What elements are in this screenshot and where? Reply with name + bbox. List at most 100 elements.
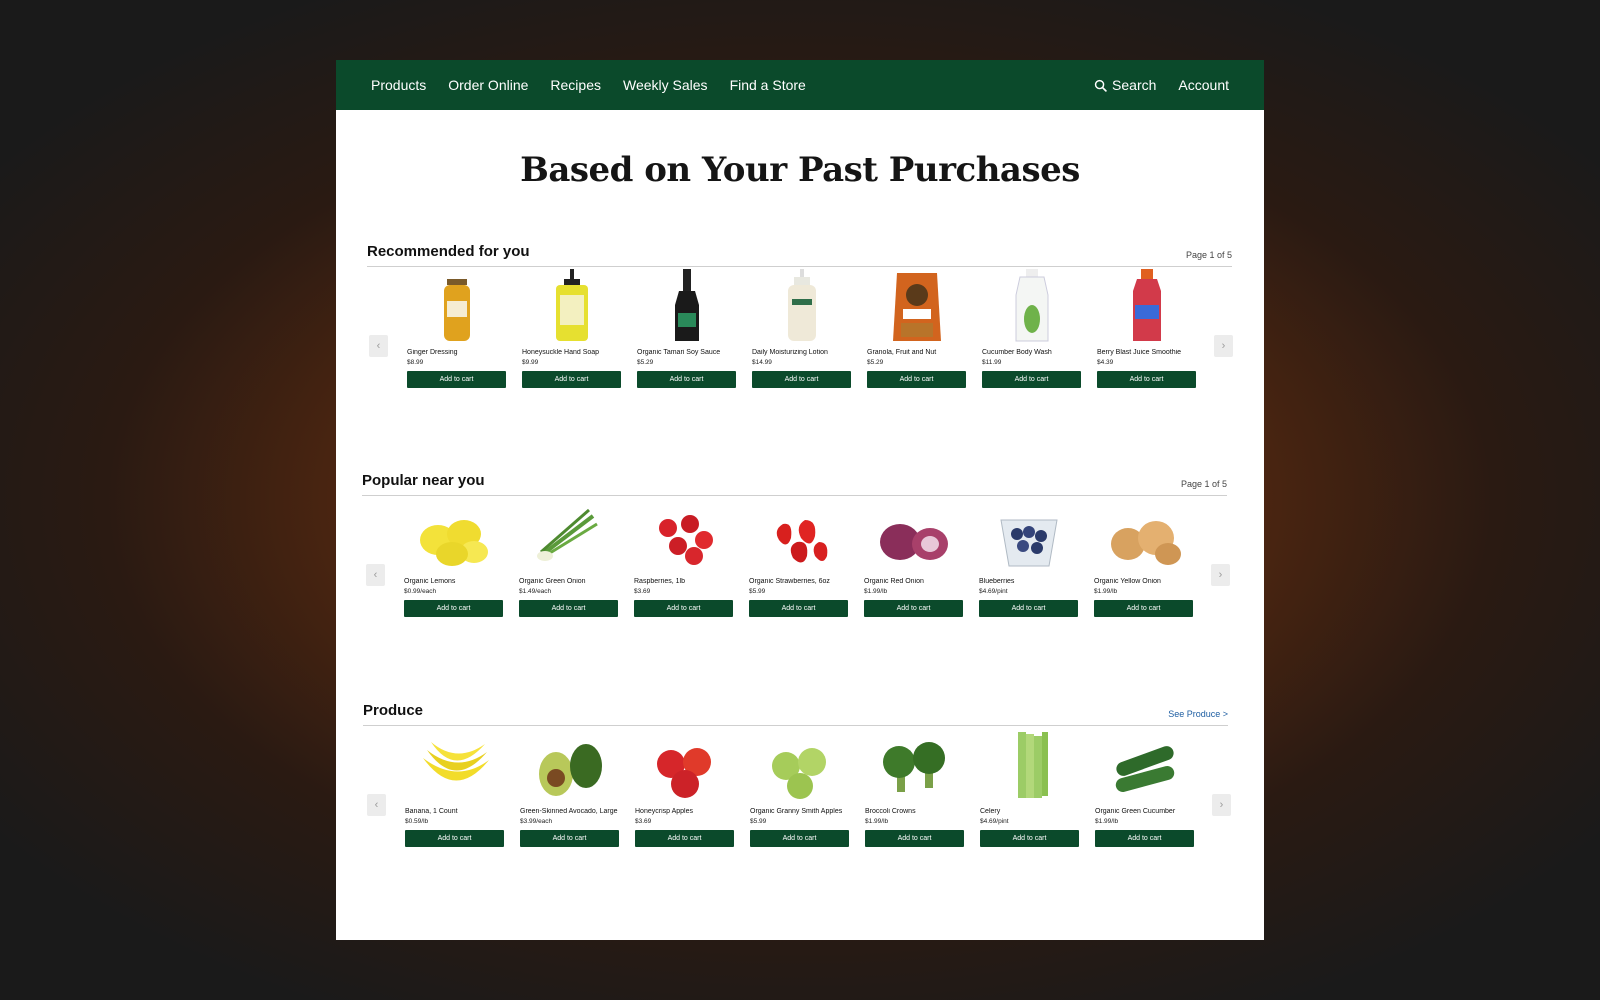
- product-name[interactable]: Organic Green Onion: [519, 578, 618, 585]
- add-to-cart-button[interactable]: Add to cart: [864, 600, 963, 617]
- nav-products[interactable]: Products: [371, 77, 426, 93]
- add-to-cart-button[interactable]: Add to cart: [407, 371, 506, 388]
- product-image[interactable]: [750, 724, 849, 804]
- product-name[interactable]: Green-Skinned Avocado, Large: [520, 808, 619, 815]
- product-card[interactable]: Raspberries, 1lb $3.69 Add to cart: [634, 494, 733, 617]
- product-name[interactable]: Blueberries: [979, 578, 1078, 585]
- product-card[interactable]: Organic Green Cucumber $1.99/lb Add to car…: [1095, 724, 1194, 847]
- add-to-cart-button[interactable]: Add to cart: [404, 600, 503, 617]
- account-link[interactable]: Account: [1178, 77, 1229, 93]
- product-name[interactable]: Organic Tamari Soy Sauce: [637, 349, 736, 356]
- add-to-cart-button[interactable]: Add to cart: [519, 600, 618, 617]
- add-to-cart-button[interactable]: Add to cart: [1095, 830, 1194, 847]
- product-name[interactable]: Daily Moisturizing Lotion: [752, 349, 851, 356]
- product-card[interactable]: Organic Red Onion $1.99/lb Add to cart: [864, 494, 963, 617]
- product-image[interactable]: [1094, 494, 1193, 574]
- product-card[interactable]: Organic Yellow Onion $1.99/lb Add to cart: [1094, 494, 1193, 617]
- add-to-cart-button[interactable]: Add to cart: [637, 371, 736, 388]
- add-to-cart-button[interactable]: Add to cart: [750, 830, 849, 847]
- product-name[interactable]: Ginger Dressing: [407, 349, 506, 356]
- product-card[interactable]: Organic Green Onion $1.49/each Add to cart: [519, 494, 618, 617]
- product-name[interactable]: Organic Strawberries, 6oz: [749, 578, 848, 585]
- product-image[interactable]: [752, 265, 851, 345]
- product-image[interactable]: [634, 494, 733, 574]
- add-to-cart-button[interactable]: Add to cart: [520, 830, 619, 847]
- add-to-cart-button[interactable]: Add to cart: [752, 371, 851, 388]
- product-price: $9.99: [522, 359, 539, 366]
- product-image[interactable]: [1095, 724, 1194, 804]
- product-card[interactable]: Broccoli Crowns $1.99/lb Add to cart: [865, 724, 964, 847]
- add-to-cart-button[interactable]: Add to cart: [405, 830, 504, 847]
- product-card[interactable]: Green-Skinned Avocado, Large $3.99/each Ad…: [520, 724, 619, 847]
- add-to-cart-button[interactable]: Add to cart: [749, 600, 848, 617]
- add-to-cart-button[interactable]: Add to cart: [979, 600, 1078, 617]
- product-name[interactable]: Berry Blast Juice Smoothie: [1097, 349, 1196, 356]
- product-image[interactable]: [519, 494, 618, 574]
- product-name[interactable]: Organic Red Onion: [864, 578, 963, 585]
- product-image[interactable]: [405, 724, 504, 804]
- search-button[interactable]: Search: [1094, 77, 1156, 93]
- product-image[interactable]: [635, 724, 734, 804]
- add-to-cart-button[interactable]: Add to cart: [867, 371, 966, 388]
- product-image[interactable]: [404, 494, 503, 574]
- carousel-prev-button[interactable]: ‹: [367, 794, 386, 816]
- add-to-cart-button[interactable]: Add to cart: [635, 830, 734, 847]
- product-card[interactable]: Organic Tamari Soy Sauce $5.29 Add to cart: [637, 265, 736, 388]
- product-name[interactable]: Celery: [980, 808, 1079, 815]
- product-card[interactable]: Organic Strawberries, 6oz $5.99 Add to car…: [749, 494, 848, 617]
- product-name[interactable]: Organic Yellow Onion: [1094, 578, 1193, 585]
- product-card[interactable]: Granola, Fruit and Nut $5.29 Add to cart: [867, 265, 966, 388]
- product-name[interactable]: Cucumber Body Wash: [982, 349, 1081, 356]
- product-card[interactable]: Berry Blast Juice Smoothie $4.39 Add to ca…: [1097, 265, 1196, 388]
- product-card[interactable]: Cucumber Body Wash $11.99 Add to cart: [982, 265, 1081, 388]
- product-image[interactable]: [864, 494, 963, 574]
- nav-weekly-sales[interactable]: Weekly Sales: [623, 77, 708, 93]
- carousel-next-button[interactable]: ›: [1214, 335, 1233, 357]
- product-price: $14.99: [752, 359, 772, 366]
- product-name[interactable]: Honeycrisp Apples: [635, 808, 734, 815]
- add-to-cart-button[interactable]: Add to cart: [522, 371, 621, 388]
- product-image[interactable]: [867, 265, 966, 345]
- product-card[interactable]: Daily Moisturizing Lotion $14.99 Add to ca…: [752, 265, 851, 388]
- product-card[interactable]: Organic Granny Smith Apples $5.99 Add to c…: [750, 724, 849, 847]
- product-image[interactable]: [982, 265, 1081, 345]
- product-image[interactable]: [407, 265, 506, 345]
- nav-order-online[interactable]: Order Online: [448, 77, 528, 93]
- add-to-cart-button[interactable]: Add to cart: [1097, 371, 1196, 388]
- product-image[interactable]: [1097, 265, 1196, 345]
- product-name[interactable]: Broccoli Crowns: [865, 808, 964, 815]
- product-card[interactable]: Honeysuckle Hand Soap $9.99 Add to cart: [522, 265, 621, 388]
- product-name[interactable]: Organic Lemons: [404, 578, 503, 585]
- carousel-prev-button[interactable]: ‹: [369, 335, 388, 357]
- nav-recipes[interactable]: Recipes: [550, 77, 601, 93]
- product-image[interactable]: [522, 265, 621, 345]
- product-card[interactable]: Banana, 1 Count $0.59/lb Add to cart: [405, 724, 504, 847]
- product-name[interactable]: Raspberries, 1lb: [634, 578, 733, 585]
- see-produce-link[interactable]: See Produce >: [1168, 709, 1228, 719]
- product-image[interactable]: [980, 724, 1079, 804]
- product-image[interactable]: [979, 494, 1078, 574]
- product-image[interactable]: [749, 494, 848, 574]
- product-name[interactable]: Organic Green Cucumber: [1095, 808, 1194, 815]
- add-to-cart-button[interactable]: Add to cart: [982, 371, 1081, 388]
- product-image[interactable]: [520, 724, 619, 804]
- product-card[interactable]: Honeycrisp Apples $3.69 Add to cart: [635, 724, 734, 847]
- product-card[interactable]: Celery $4.69/pint Add to cart: [980, 724, 1079, 847]
- product-name[interactable]: Honeysuckle Hand Soap: [522, 349, 621, 356]
- add-to-cart-button[interactable]: Add to cart: [634, 600, 733, 617]
- product-name[interactable]: Granola, Fruit and Nut: [867, 349, 966, 356]
- carousel-next-button[interactable]: ›: [1211, 564, 1230, 586]
- product-card[interactable]: Organic Lemons $0.99/each Add to cart: [404, 494, 503, 617]
- add-to-cart-button[interactable]: Add to cart: [980, 830, 1079, 847]
- product-card[interactable]: Ginger Dressing $8.99 Add to cart: [407, 265, 506, 388]
- product-card[interactable]: Blueberries $4.69/pint Add to cart: [979, 494, 1078, 617]
- carousel-prev-button[interactable]: ‹: [366, 564, 385, 586]
- add-to-cart-button[interactable]: Add to cart: [865, 830, 964, 847]
- nav-find-a-store[interactable]: Find a Store: [730, 77, 806, 93]
- product-name[interactable]: Organic Granny Smith Apples: [750, 808, 849, 815]
- product-name[interactable]: Banana, 1 Count: [405, 808, 504, 815]
- carousel-next-button[interactable]: ›: [1212, 794, 1231, 816]
- product-image[interactable]: [637, 265, 736, 345]
- add-to-cart-button[interactable]: Add to cart: [1094, 600, 1193, 617]
- product-image[interactable]: [865, 724, 964, 804]
